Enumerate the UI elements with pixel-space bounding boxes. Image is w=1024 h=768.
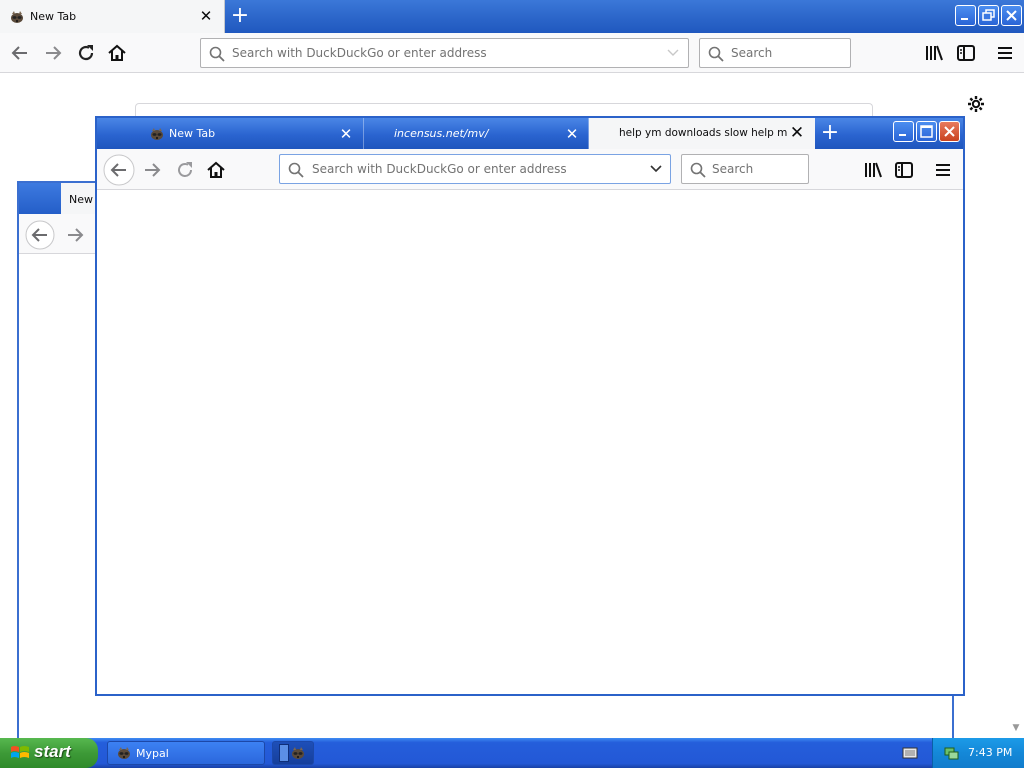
- home-icon[interactable]: [204, 158, 228, 182]
- search-icon: [708, 46, 724, 62]
- minimize-icon: [961, 18, 968, 20]
- minimize-button[interactable]: [955, 5, 976, 26]
- tab-close-icon[interactable]: ✕: [198, 8, 214, 24]
- forward-arrow-icon[interactable]: [41, 41, 65, 65]
- sidebar-icon[interactable]: [954, 41, 978, 65]
- start-label: start: [34, 742, 71, 761]
- page-content[interactable]: [97, 190, 963, 694]
- windows-logo-icon: [11, 746, 29, 758]
- search-icon: [690, 162, 706, 178]
- tab-label: New Tab: [30, 10, 77, 23]
- close-window-button[interactable]: [1001, 5, 1022, 26]
- tab-new-tab[interactable]: New Tab ✕: [0, 0, 225, 33]
- library-icon[interactable]: [922, 41, 946, 65]
- search-icon: [209, 46, 225, 62]
- close-icon: [944, 126, 955, 137]
- hamburger-menu-icon[interactable]: [993, 41, 1017, 65]
- network-icon[interactable]: [943, 745, 959, 761]
- maximize-icon: [920, 125, 933, 138]
- url-placeholder: Search with DuckDuckGo or enter address: [312, 162, 567, 176]
- tab-label: help ym downloads slow help me im: [619, 127, 787, 139]
- tab-close-icon[interactable]: ✕: [338, 126, 354, 142]
- window-stack-icon: [279, 744, 289, 762]
- restore-icon: [982, 9, 995, 21]
- search-icon: [288, 162, 304, 178]
- new-tab-plus-icon[interactable]: +: [230, 5, 250, 27]
- search-bar[interactable]: Search: [699, 38, 851, 68]
- scroll-down-arrow-icon[interactable]: ▼: [1008, 720, 1024, 736]
- mypal-favicon-icon: [11, 11, 23, 23]
- minimize-icon: [899, 134, 906, 136]
- chevron-down-icon[interactable]: [667, 49, 679, 57]
- url-bar[interactable]: Search with DuckDuckGo or enter address: [200, 38, 689, 68]
- hamburger-menu-icon[interactable]: [931, 158, 955, 182]
- sidebar-icon[interactable]: [892, 158, 916, 182]
- mypal-favicon-icon: [151, 128, 163, 140]
- home-icon[interactable]: [105, 41, 129, 65]
- taskbar-item-mypal[interactable]: Mypal: [107, 741, 265, 765]
- close-icon: [1006, 10, 1017, 21]
- tab-incensus[interactable]: incensus.net/mv/ ✕: [364, 118, 589, 149]
- tab-close-icon[interactable]: ✕: [564, 126, 580, 142]
- tab-label: New Tab: [169, 127, 216, 140]
- mypal-favicon-icon: [292, 747, 304, 759]
- taskbar: start Mypal 7:43 PM: [0, 738, 1024, 768]
- taskbar-item-label: Mypal: [136, 747, 169, 760]
- title-bar: New Tab ✕ incensus.net/mv/ ✕ help ym dow…: [97, 118, 963, 149]
- tab-label: incensus.net/mv/: [394, 127, 489, 140]
- reload-icon[interactable]: [173, 158, 197, 182]
- system-tray: 7:43 PM: [932, 738, 1024, 768]
- chevron-down-icon[interactable]: [650, 165, 662, 173]
- url-placeholder: Search with DuckDuckGo or enter address: [232, 46, 487, 60]
- forward-arrow-icon[interactable]: [140, 158, 164, 182]
- close-window-button[interactable]: [939, 121, 960, 142]
- start-button[interactable]: start: [0, 738, 98, 768]
- maximize-button[interactable]: [916, 121, 937, 142]
- reload-icon[interactable]: [74, 41, 98, 65]
- minimize-button[interactable]: [893, 121, 914, 142]
- url-bar[interactable]: Search with DuckDuckGo or enter address: [279, 154, 671, 184]
- tab-close-icon[interactable]: ✕: [789, 125, 805, 142]
- navigation-toolbar: Search with DuckDuckGo or enter address …: [97, 149, 963, 190]
- new-tab-plus-icon[interactable]: +: [820, 122, 840, 144]
- mypal-favicon-icon: [118, 747, 130, 759]
- navigation-toolbar: Search with DuckDuckGo or enter address …: [0, 33, 1024, 73]
- back-arrow-icon[interactable]: [8, 41, 32, 65]
- library-icon[interactable]: [861, 158, 885, 182]
- front-browser-window: New Tab ✕ incensus.net/mv/ ✕ help ym dow…: [95, 116, 965, 696]
- tab-new-tab[interactable]: New Tab ✕: [137, 118, 364, 149]
- back-arrow-icon[interactable]: [25, 220, 55, 250]
- search-placeholder: Search: [712, 162, 754, 176]
- taskbar-item-mypal-2[interactable]: [272, 741, 314, 765]
- gear-icon[interactable]: [966, 94, 986, 114]
- keyboard-icon[interactable]: [902, 746, 918, 760]
- restore-button[interactable]: [978, 5, 999, 26]
- clock[interactable]: 7:43 PM: [968, 746, 1012, 759]
- back-arrow-icon[interactable]: [103, 154, 135, 186]
- search-bar[interactable]: Search: [681, 154, 809, 184]
- tab-help-downloads[interactable]: help ym downloads slow help me im ✕: [589, 118, 815, 149]
- search-placeholder: Search: [731, 46, 773, 60]
- forward-arrow-icon[interactable]: [63, 223, 87, 247]
